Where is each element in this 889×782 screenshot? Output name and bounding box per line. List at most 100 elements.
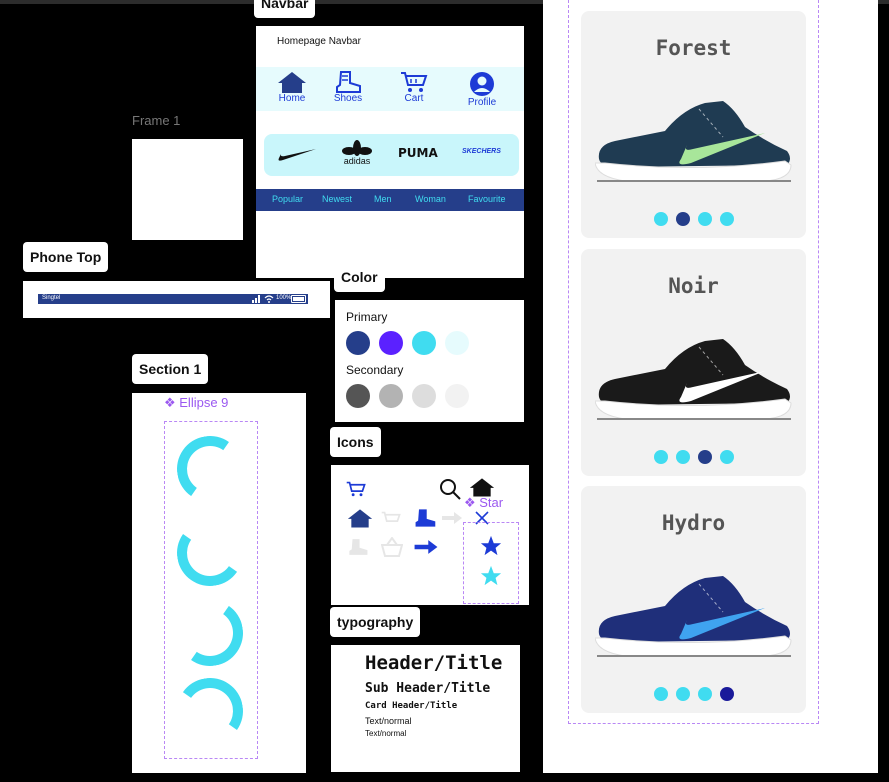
typography-text-2: Text/normal [365,729,407,738]
home-icon [278,72,306,93]
navbar-panel-title: Homepage Navbar [277,36,361,47]
home-icon[interactable] [347,507,373,529]
brand-bar: adidas PUMA SKECHERS [264,134,519,176]
color-panel[interactable]: Primary Secondary [335,300,524,422]
shoe-image[interactable] [595,572,795,664]
navbar-panel[interactable]: Homepage Navbar Home Shoes Cart Profile … [256,26,524,278]
color-variant-dot-4[interactable] [719,687,734,701]
ellipse-component-set[interactable] [164,421,258,759]
nav-label-profile: Profile [467,97,497,108]
nav-label-cart: Cart [404,93,424,104]
frame1-canvas[interactable] [132,139,243,240]
color-variant-dot-2[interactable] [675,450,690,464]
secondary-swatch-1[interactable] [346,384,370,408]
category-newest[interactable]: Newest [322,194,352,204]
star-component-set[interactable] [463,522,519,604]
loading-ring-1 [171,430,249,508]
icons-label[interactable]: Icons [330,427,381,457]
primary-swatch-3[interactable] [412,331,436,355]
typography-text-1: Text/normal [365,716,412,726]
section1-frame[interactable]: ❖ Ellipse 9 [132,393,306,773]
category-popular[interactable]: Popular [272,194,303,204]
color-variant-dots [581,212,806,231]
color-variant-dot-4[interactable] [719,212,734,226]
brand-adidas-label: adidas [343,156,371,166]
navbar-frame-label[interactable]: Navbar [254,0,316,18]
nav-item-shoes[interactable]: Shoes [330,71,366,104]
boot-icon [336,71,361,93]
nav-item-home[interactable]: Home [274,71,310,104]
nav-label-shoes: Shoes [333,93,363,104]
wifi-icon [264,295,274,303]
color-variant-dots [581,450,806,469]
color-label[interactable]: Color [334,262,385,292]
shoe-image[interactable] [595,97,795,189]
color-variant-dot-1[interactable] [653,687,668,701]
primary-swatch-1[interactable] [346,331,370,355]
carrier-name: Singtel [42,295,61,301]
star-icon-cyan[interactable] [480,565,502,587]
secondary-swatch-2[interactable] [379,384,403,408]
boot-icon[interactable] [413,507,437,529]
category-bar: Popular Newest Men Woman Favourite [256,189,524,211]
secondary-swatches [346,384,469,413]
cart-icon[interactable] [346,480,366,498]
category-favourite[interactable]: Favourite [468,194,506,204]
shoe-image[interactable] [595,335,795,427]
color-variant-dot-3[interactable] [697,450,712,464]
arrow-right-icon[interactable] [413,539,439,555]
product-title: Forest [655,36,732,60]
star-icon-filled[interactable] [480,535,502,557]
color-variant-dot-3[interactable] [697,687,712,701]
product-title: Hydro [661,511,726,535]
category-woman[interactable]: Woman [415,194,446,204]
color-variant-dots [581,687,806,706]
primary-swatch-2[interactable] [379,331,403,355]
color-variant-dot-1[interactable] [653,212,668,226]
typography-header: Header/Title [365,652,503,674]
phone-top-frame[interactable]: Singtel 100% [23,281,330,318]
product-card-noir[interactable]: Noir [581,249,806,476]
typography-card-header: Card Header/Title [365,701,458,711]
primary-label: Primary [346,310,388,324]
signal-icon [252,295,260,303]
primary-swatches [346,331,469,360]
loading-ring-2 [171,514,249,592]
color-variant-dot-4[interactable] [719,450,734,464]
frame1-label[interactable]: Frame 1 [132,113,180,128]
category-men[interactable]: Men [374,194,392,204]
arrow-right-icon-faded[interactable] [441,511,463,525]
loading-ring-3 [171,594,249,672]
product-title: Noir [668,274,719,298]
phone-top-label[interactable]: Phone Top [23,242,109,272]
color-variant-dot-1[interactable] [653,450,668,464]
primary-swatch-4[interactable] [445,331,469,355]
section1-label[interactable]: Section 1 [132,354,209,384]
boot-icon-faded[interactable] [347,537,369,557]
basket-icon-faded[interactable] [381,537,403,557]
secondary-swatch-4[interactable] [445,384,469,408]
icons-panel[interactable]: ❖ Star [331,465,529,605]
secondary-swatch-3[interactable] [412,384,436,408]
nav-item-profile[interactable]: Profile [464,71,500,108]
brand-puma[interactable]: PUMA [398,146,438,160]
typography-panel[interactable]: Header/Title Sub Header/Title Card Heade… [331,645,520,772]
nav-item-cart[interactable]: Cart [396,71,432,104]
search-icon[interactable] [439,478,461,500]
nav-label-home: Home [278,93,306,104]
loading-ring-4 [171,672,249,750]
brand-adidas[interactable]: adidas [340,140,374,166]
product-card-hydro[interactable]: Hydro [581,486,806,713]
secondary-label: Secondary [346,363,404,377]
cart-icon-faded[interactable] [381,510,401,528]
ellipse-component-label[interactable]: ❖ Ellipse 9 [164,395,228,411]
product-card-forest[interactable]: Forest [581,11,806,238]
color-variant-dot-2[interactable] [675,687,690,701]
color-variant-dot-3[interactable] [697,212,712,226]
star-component-label[interactable]: ❖ Star [464,495,503,511]
typography-sub-header: Sub Header/Title [365,681,491,696]
nike-swoosh-icon[interactable] [277,148,317,162]
typography-label[interactable]: typography [330,607,421,637]
brand-skechers[interactable]: SKECHERS [462,148,501,155]
color-variant-dot-2[interactable] [675,212,690,226]
